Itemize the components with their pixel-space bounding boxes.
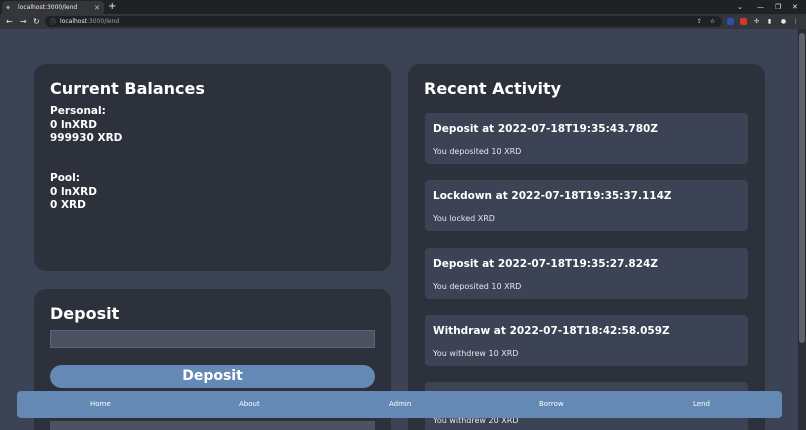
- address-url: localhost:3000/lend: [60, 18, 119, 25]
- activity-card-desc: You withdrew 10 XRD: [433, 349, 519, 358]
- extensions-puzzle-icon[interactable]: ✣: [753, 18, 760, 25]
- restore-icon[interactable]: ❐: [775, 0, 781, 14]
- side-panel-icon[interactable]: ▮: [766, 18, 773, 25]
- activity-card: Deposit at 2022-07-18T19:35:43.780Z You …: [425, 113, 748, 164]
- nav-admin[interactable]: Admin: [389, 391, 411, 418]
- pool-lnxrd: 0 lnXRD: [50, 185, 97, 198]
- tab-search-icon[interactable]: ⌄: [737, 0, 743, 14]
- extension-blue-icon[interactable]: [727, 18, 734, 25]
- activity-card-desc: You locked XRD: [433, 214, 495, 223]
- new-tab-button[interactable]: +: [108, 0, 116, 14]
- activity-card-title: Deposit at 2022-07-18T19:35:43.780Z: [433, 123, 658, 135]
- activity-card-title: Lockdown at 2022-07-18T19:35:37.114Z: [433, 190, 672, 202]
- address-bar[interactable]: ⓘ localhost:3000/lend: [45, 16, 722, 27]
- activity-card: Lockdown at 2022-07-18T19:35:37.114Z You…: [425, 180, 748, 231]
- browser-toolbar: ← → ↻ ⓘ localhost:3000/lend ⇪ ☆ ✣ ▮ ● ⋮: [0, 14, 806, 29]
- activity-card-desc: You deposited 10 XRD: [433, 147, 522, 156]
- profile-icon[interactable]: ●: [780, 18, 787, 25]
- url-host: localhost: [60, 18, 87, 25]
- deposit-button[interactable]: Deposit: [50, 365, 375, 388]
- activity-card-title: Deposit at 2022-07-18T19:35:27.824Z: [433, 258, 658, 270]
- pool-label: Pool:: [50, 172, 80, 184]
- deposit-amount-input[interactable]: [50, 330, 375, 348]
- extension-red-icon[interactable]: [740, 18, 747, 25]
- window-close-icon[interactable]: ✕: [792, 0, 798, 14]
- share-icon[interactable]: ⇪: [696, 18, 703, 25]
- activity-card-desc: You deposited 10 XRD: [433, 282, 522, 291]
- back-icon[interactable]: ←: [6, 14, 13, 29]
- activity-title: Recent Activity: [424, 79, 562, 98]
- site-info-icon[interactable]: ⓘ: [50, 17, 56, 26]
- nav-borrow[interactable]: Borrow: [539, 391, 564, 418]
- personal-balances: Personal: 0 lnXRD 999930 XRD: [50, 105, 122, 146]
- reload-icon[interactable]: ↻: [33, 14, 40, 29]
- pool-balances: Pool: 0 lnXRD 0 XRD: [50, 172, 97, 213]
- balances-title: Current Balances: [50, 79, 205, 98]
- activity-card: Withdraw at 2022-07-18T18:42:58.059Z You…: [425, 315, 748, 366]
- minimize-icon[interactable]: —: [757, 0, 764, 14]
- personal-lnxrd: 0 lnXRD: [50, 118, 97, 131]
- tab-title: localhost:3000/lend: [18, 4, 78, 11]
- scrollbar-thumb[interactable]: [799, 33, 805, 343]
- pool-xrd: 0 XRD: [50, 199, 86, 211]
- secondary-input[interactable]: [50, 421, 375, 430]
- forward-icon[interactable]: →: [20, 14, 27, 29]
- personal-label: Personal:: [50, 105, 106, 117]
- activity-card-title: Withdraw at 2022-07-18T18:42:58.059Z: [433, 325, 670, 337]
- close-tab-icon[interactable]: ✕: [94, 4, 100, 12]
- activity-panel: Recent Activity Deposit at 2022-07-18T19…: [408, 64, 765, 430]
- page-icon: ⬥: [6, 3, 11, 11]
- bookmark-star-icon[interactable]: ☆: [709, 18, 716, 25]
- nav-home[interactable]: Home: [90, 391, 111, 418]
- url-path: :3000/lend: [86, 18, 120, 25]
- personal-xrd: 999930 XRD: [50, 132, 123, 144]
- nav-lend[interactable]: Lend: [693, 391, 710, 418]
- page-scrollbar[interactable]: [798, 29, 806, 430]
- nav-about[interactable]: About: [239, 391, 260, 418]
- activity-card: Deposit at 2022-07-18T19:35:27.824Z You …: [425, 248, 748, 299]
- browser-tab[interactable]: ⬥ localhost:3000/lend ✕: [2, 1, 104, 14]
- deposit-title: Deposit: [50, 304, 120, 323]
- bottom-nav: Home About Admin Borrow Lend: [17, 391, 782, 418]
- menu-kebab-icon[interactable]: ⋮: [792, 18, 799, 25]
- balances-panel: Current Balances Personal: 0 lnXRD 99993…: [34, 64, 391, 271]
- browser-tabstrip: ⬥ localhost:3000/lend ✕ + ⌄ — ❐ ✕: [0, 0, 806, 14]
